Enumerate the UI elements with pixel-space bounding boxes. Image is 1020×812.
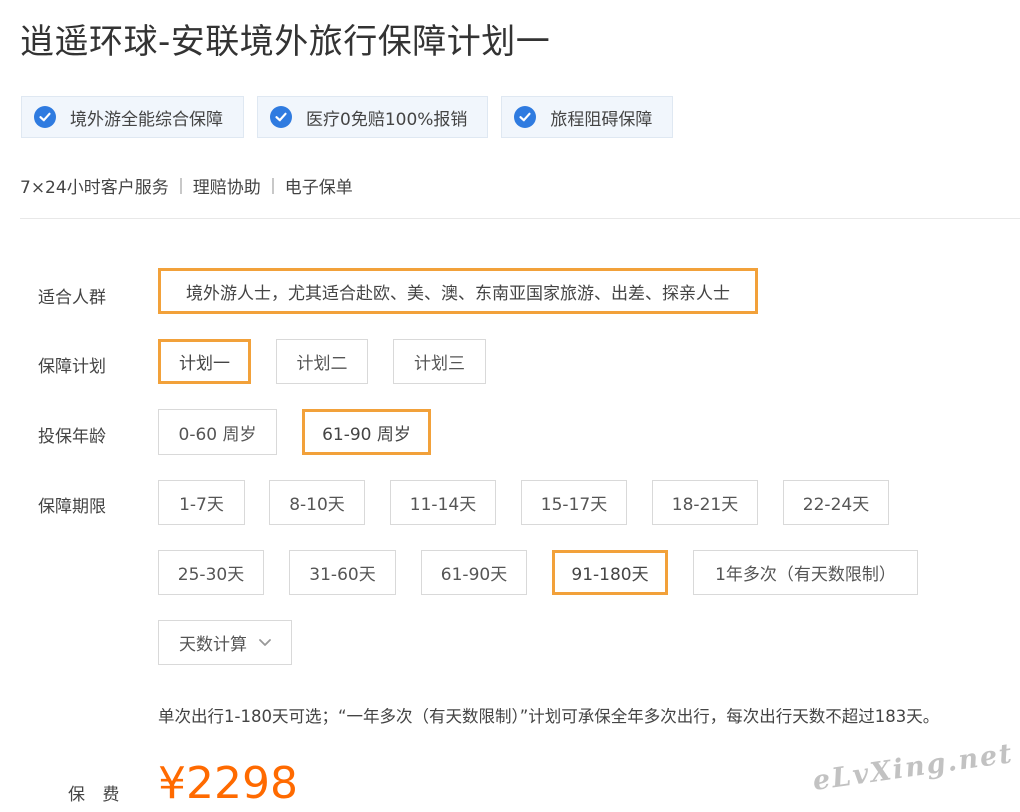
plan-option-1[interactable]: 计划一 (158, 339, 251, 384)
period-option[interactable]: 1-7天 (158, 480, 245, 525)
age-option-61-90[interactable]: 61-90 周岁 (302, 409, 431, 455)
feature-tag: 旅程阻碍保障 (501, 96, 674, 138)
age-option-0-60[interactable]: 0-60 周岁 (158, 409, 277, 455)
age-label: 投保年龄 (38, 427, 106, 447)
section-divider (20, 218, 1020, 219)
feature-tag-label: 旅程阻碍保障 (550, 109, 653, 130)
divider (271, 177, 274, 194)
feature-tags: 境外游全能综合保障 医疗0免赔100%报销 旅程阻碍保障 (21, 96, 674, 138)
period-label: 保障期限 (38, 497, 106, 517)
period-option[interactable]: 1年多次（有天数限制） (693, 550, 918, 595)
plan-option-2[interactable]: 计划二 (276, 339, 368, 384)
divider (179, 177, 182, 194)
plan-option-3[interactable]: 计划三 (393, 339, 486, 384)
feature-tag: 医疗0免赔100%报销 (257, 96, 489, 138)
period-option[interactable]: 18-21天 (652, 480, 758, 525)
service-list: 7×24小时客户服务 理赔协助 电子保单 (20, 173, 353, 198)
premium-label: 保 费 (68, 785, 126, 805)
audience-option[interactable]: 境外游人士，尤其适合赴欧、美、澳、东南亚国家旅游、出差、探亲人士 (158, 268, 758, 314)
check-circle-icon (34, 106, 56, 128)
product-title: 逍遥环球-安联境外旅行保障计划一 (20, 22, 551, 62)
period-option[interactable]: 31-60天 (289, 550, 396, 595)
day-calc-label: 天数计算 (179, 635, 247, 655)
chevron-down-icon (259, 638, 271, 647)
plan-label: 保障计划 (38, 357, 106, 377)
period-option[interactable]: 61-90天 (421, 550, 527, 595)
watermark: eLvXing.net (810, 738, 1016, 797)
feature-tag: 境外游全能综合保障 (21, 96, 244, 138)
service-item: 电子保单 (284, 178, 353, 198)
period-option[interactable]: 25-30天 (158, 550, 264, 595)
period-option[interactable]: 22-24天 (783, 480, 889, 525)
service-item: 7×24小时客户服务 (20, 178, 169, 198)
period-option[interactable]: 8-10天 (269, 480, 365, 525)
check-circle-icon (270, 106, 292, 128)
premium-price: ¥2298 (158, 758, 298, 809)
day-calc-dropdown[interactable]: 天数计算 (158, 620, 292, 665)
period-option[interactable]: 11-14天 (390, 480, 496, 525)
period-option[interactable]: 15-17天 (521, 480, 627, 525)
service-item: 理赔协助 (192, 178, 261, 198)
period-option-selected[interactable]: 91-180天 (552, 550, 668, 595)
feature-tag-label: 境外游全能综合保障 (70, 109, 223, 130)
period-note: 单次出行1-180天可选；“一年多次（有天数限制）”计划可承保全年多次出行，每次… (158, 707, 940, 726)
audience-label: 适合人群 (38, 288, 106, 308)
feature-tag-label: 医疗0免赔100%报销 (306, 109, 468, 130)
check-circle-icon (514, 106, 537, 128)
